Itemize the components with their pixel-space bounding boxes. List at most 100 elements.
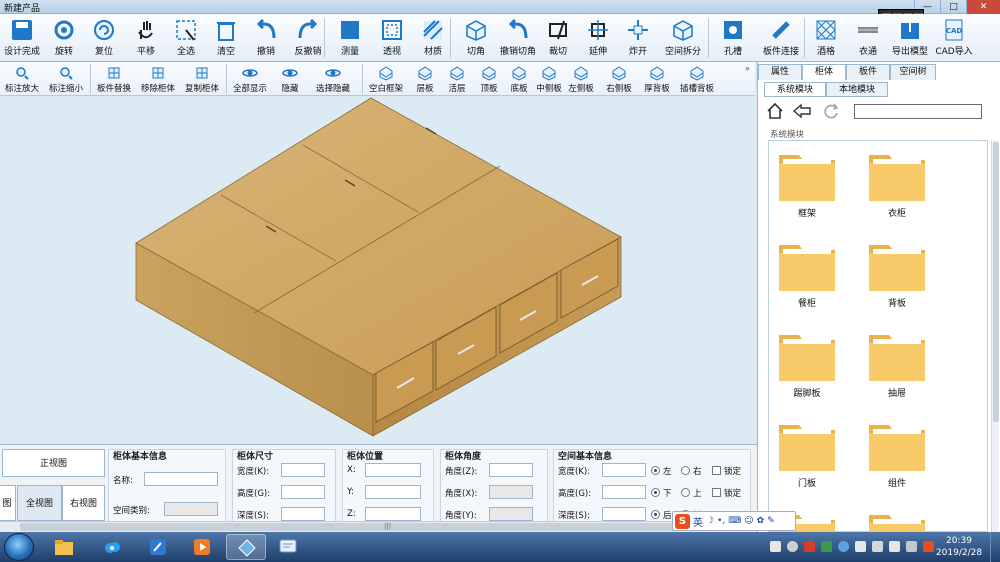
y-input[interactable] [365, 485, 421, 499]
module-folder[interactable]: 背板 [867, 237, 927, 309]
collapse-toolbar-icon[interactable]: » [745, 64, 750, 73]
3d-viewport[interactable] [0, 96, 755, 444]
toolbar-left-side-panel-button[interactable]: 左侧板 [564, 64, 598, 94]
module-folder[interactable]: 组件 [867, 417, 927, 489]
z-input[interactable] [365, 507, 421, 521]
close-button[interactable]: ✕ [966, 0, 1000, 14]
left-radio[interactable] [651, 466, 660, 475]
ime-language-label[interactable]: 英 [693, 514, 703, 529]
taskbar-design-app[interactable] [226, 534, 266, 560]
security-icon[interactable] [804, 541, 815, 552]
toolbar-bottom-panel-button[interactable]: 底板 [506, 64, 532, 94]
toolbar-space-split-button[interactable]: 空间拆分 [658, 16, 708, 60]
module-folder[interactable]: 踢脚板 [777, 327, 837, 399]
tab-space-tree[interactable]: 空间树 [890, 64, 936, 80]
module-folder[interactable] [867, 507, 927, 531]
moon-icon[interactable]: ☽ [706, 516, 714, 526]
usb-icon[interactable] [787, 541, 798, 552]
down-radio[interactable] [651, 488, 660, 497]
system-clock[interactable]: 20:39 2019/2/28 [932, 535, 986, 559]
toolbar-middle-side-panel-button[interactable]: 中侧板 [534, 64, 564, 94]
tab-cabinet[interactable]: 柜体 [802, 64, 846, 80]
toolbar-zoom-in-button[interactable]: 标注放大 [2, 64, 42, 94]
keyboard-icon[interactable]: ⌨ [728, 516, 741, 526]
toolbar-thick-back-panel-button[interactable]: 厚背板 [640, 64, 674, 94]
right-radio[interactable] [681, 466, 690, 475]
back-radio[interactable] [651, 510, 660, 519]
toolbar-hanging-rod-button[interactable]: 衣通 [848, 16, 888, 60]
space-depth-input[interactable] [602, 507, 646, 521]
punctuation-icon[interactable]: •, [717, 516, 725, 526]
toolbar-rotate-button[interactable]: 旋转 [44, 16, 84, 60]
toolbar-right-side-panel-button[interactable]: 右侧板 [600, 64, 638, 94]
shield-icon[interactable] [855, 541, 866, 552]
toolbar-save-button[interactable]: 设计完成 [2, 16, 42, 60]
left-view-button[interactable]: 图 [0, 485, 16, 521]
toolbar-cut-button[interactable]: 裁切 [538, 16, 578, 60]
toolbar-select-hide-button[interactable]: 选择隐藏 [310, 64, 356, 94]
user-icon[interactable]: ☺ [744, 516, 753, 526]
scrollbar-thumb[interactable] [20, 523, 740, 531]
toolbar-hole-slot-button[interactable]: 孔槽 [712, 16, 754, 60]
toolbar-cad-import-button[interactable]: CAD CAD导入 [932, 16, 976, 60]
taskbar-file-explorer[interactable] [44, 534, 84, 560]
toolbar-material-button[interactable]: 材质 [412, 16, 454, 60]
maximize-button[interactable]: □ [940, 0, 966, 14]
toolbar-movable-shelf-button[interactable]: 活层 [442, 64, 472, 94]
toolbar-eye-button[interactable]: 全部显示 [230, 64, 270, 94]
start-button[interactable] [4, 533, 34, 561]
toolbar-chamfer-button[interactable]: 切角 [456, 16, 496, 60]
lock-checkbox-width[interactable] [712, 466, 721, 475]
module-search-input[interactable] [854, 104, 982, 119]
wifi-icon[interactable] [872, 541, 883, 552]
toolbar-zoom-out-button[interactable]: 标注缩小 [46, 64, 86, 94]
taskbar-media-player[interactable] [182, 534, 222, 560]
right-view-button[interactable]: 右视图 [62, 485, 105, 521]
module-folder[interactable]: 门板 [777, 417, 837, 489]
refresh-icon[interactable] [822, 102, 840, 120]
name-input[interactable] [144, 472, 218, 486]
home-icon[interactable] [766, 102, 784, 120]
lock-checkbox-height[interactable] [712, 488, 721, 497]
depth-input[interactable] [281, 507, 325, 521]
tab-properties[interactable]: 属性 [758, 64, 802, 80]
toolbar-select-all-button[interactable]: 全选 [166, 16, 206, 60]
width-input[interactable] [281, 463, 325, 477]
toolbar-copy-cabinet-button[interactable]: 复制柜体 [182, 64, 222, 94]
toolbar-remove-cabinet-button[interactable]: 移除柜体 [138, 64, 178, 94]
cabinet-model[interactable] [0, 96, 755, 444]
module-folder[interactable]: 框架 [777, 147, 837, 219]
toolbar-panel-connect-button[interactable]: 板件连接 [756, 16, 806, 60]
toolbar-export-model-button[interactable]: 导出模型 [888, 16, 932, 60]
chat-tray-icon[interactable] [838, 541, 849, 552]
toolbar-top-panel-button[interactable]: 顶板 [474, 64, 504, 94]
toolbar-wine-grid-button[interactable]: 酒格 [806, 16, 846, 60]
height-input[interactable] [281, 485, 325, 499]
toolbar-hand-button[interactable]: 平移 [126, 16, 166, 60]
tab-panel[interactable]: 板件 [846, 64, 890, 80]
toolbar-extend-button[interactable]: 延伸 [578, 16, 618, 60]
module-folder[interactable]: 抽屉 [867, 327, 927, 399]
subtab-local-modules[interactable]: 本地模块 [826, 82, 888, 97]
ime-floating-bar[interactable]: S 英 ☽ •, ⌨ ☺ ✿ ✎ [672, 511, 796, 531]
keyboard-icon[interactable] [906, 541, 917, 552]
back-arrow-icon[interactable] [792, 103, 812, 119]
toolbar-measure-button[interactable]: 测量 [330, 16, 370, 60]
taskbar-notes-app[interactable] [138, 534, 178, 560]
toolbar-blank-frame-button[interactable]: 空白框架 [366, 64, 406, 94]
toolbar-perspective-button[interactable]: 透视 [372, 16, 412, 60]
module-folder[interactable]: 餐柜 [777, 237, 837, 309]
x-input[interactable] [365, 463, 421, 477]
space-width-input[interactable] [602, 463, 646, 477]
toolbar-hide-button[interactable]: 隐藏 [274, 64, 306, 94]
angle-z-input[interactable] [489, 463, 533, 477]
toolbar-trash-button[interactable]: 清空 [206, 16, 246, 60]
toolbar-slot-back-panel-button[interactable]: 插槽背板 [676, 64, 718, 94]
tools-icon[interactable]: ✎ [767, 516, 775, 526]
scrollbar-thumb[interactable] [993, 142, 999, 422]
skin-icon[interactable]: ✿ [757, 516, 765, 526]
toolbar-undo-button[interactable]: 撤销 [246, 16, 286, 60]
toolbar-panel-replace-button[interactable]: 板件替换 [94, 64, 134, 94]
toolbar-explode-button[interactable]: 炸开 [618, 16, 658, 60]
volume-icon[interactable] [889, 541, 900, 552]
